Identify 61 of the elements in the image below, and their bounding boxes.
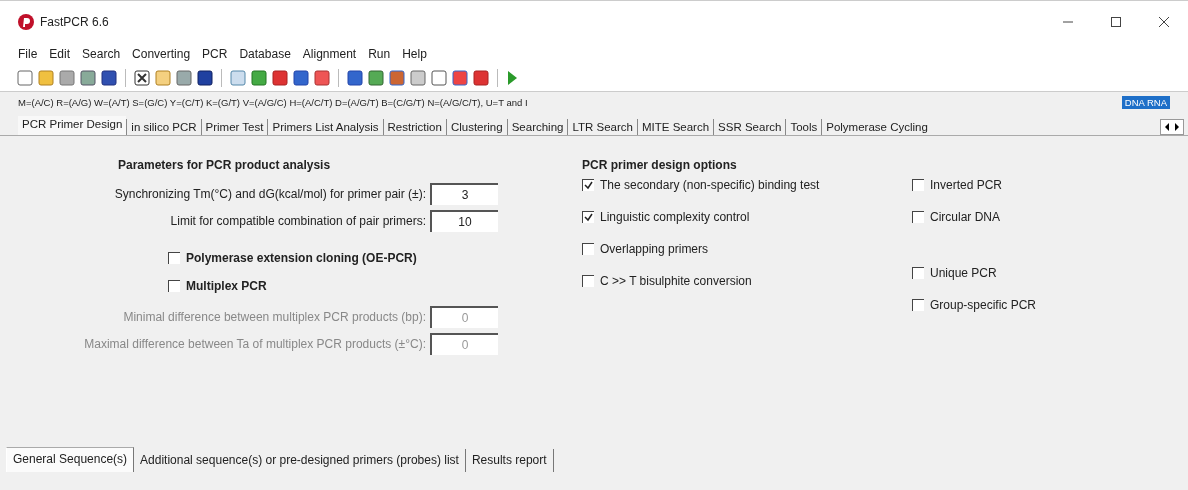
tab[interactable]: LTR Search: [567, 119, 637, 135]
number-field[interactable]: 3: [430, 183, 498, 205]
tab[interactable]: Results report: [465, 449, 554, 472]
tab[interactable]: Polymerase Cycling: [821, 119, 932, 135]
tab-scroll-buttons[interactable]: [1160, 119, 1184, 135]
number-field[interactable]: 10: [430, 210, 498, 232]
tab[interactable]: MITE Search: [637, 119, 714, 135]
checkbox-label: Linguistic complexity control: [600, 210, 750, 224]
checkbox-label: Inverted PCR: [930, 178, 1003, 192]
app-logo-icon: [18, 14, 34, 30]
dna-rna-toggle[interactable]: DNA RNA: [1121, 95, 1170, 109]
checkbox[interactable]: [168, 280, 180, 292]
menu-item[interactable]: PCR: [202, 47, 228, 61]
checkbox[interactable]: [582, 179, 594, 191]
tab[interactable]: Primer Test: [200, 119, 268, 135]
play-icon[interactable]: [505, 69, 519, 87]
menu-item[interactable]: Run: [368, 47, 391, 61]
checkbox-label: Multiplex PCR: [186, 279, 267, 293]
checkbox[interactable]: [168, 252, 180, 264]
tab[interactable]: Restriction: [382, 119, 446, 135]
tab[interactable]: Primers List Analysis: [267, 119, 383, 135]
menu-item[interactable]: Edit: [49, 47, 71, 61]
cut-icon[interactable]: [133, 69, 151, 87]
menu-item[interactable]: Help: [402, 47, 427, 61]
checkbox[interactable]: [912, 211, 924, 223]
tab[interactable]: SSR Search: [713, 119, 786, 135]
checkbox[interactable]: [912, 267, 924, 279]
tab[interactable]: Searching: [506, 119, 568, 135]
menu-item[interactable]: File: [18, 47, 38, 61]
checkbox-label: The secondary (non-specific) binding test: [600, 178, 820, 192]
tab[interactable]: Clustering: [445, 119, 507, 135]
field-label: Maximal difference between Ta of multiplex PCR products (±°C):: [84, 337, 426, 351]
checkbox-label: Group-specific PCR: [930, 298, 1037, 312]
checkbox[interactable]: [912, 179, 924, 191]
checkbox-label: C >> T bisulphite conversion: [600, 274, 752, 288]
tab[interactable]: PCR Primer Design: [18, 116, 127, 135]
field-label: Synchronizing Tm(°C) and dG(kcal/mol) for primer pair (±):: [114, 187, 426, 201]
tab[interactable]: Additional sequence(s) or pre-designed primers (probes) list: [134, 449, 466, 472]
checkbox-label: Overlapping primers: [600, 242, 709, 256]
menu-item[interactable]: Database: [239, 47, 291, 61]
maximize-icon[interactable]: [1110, 16, 1122, 28]
section-heading: Parameters for PCR product analysis: [117, 158, 332, 172]
checkbox-label: Circular DNA: [930, 210, 1000, 224]
tab[interactable]: in silico PCR: [126, 119, 201, 135]
close-icon[interactable]: [1158, 16, 1170, 28]
window-title: FastPCR 6.6: [40, 15, 109, 29]
tab[interactable]: Tools: [785, 119, 822, 135]
ambiguity-code-legend: M=(A/C) R=(A/G) W=(A/T) S=(G/C) Y=(C/T) K=(G/T) V=(A/G/C) H=(A/C/T) D=(A/G/T) B=(C/G/T) N=(A/G/C/T), U=T and I: [18, 96, 528, 108]
checkbox[interactable]: [912, 299, 924, 311]
field-label: Minimal difference between multiplex PCR products (bp):: [123, 310, 426, 324]
checkbox[interactable]: [582, 243, 594, 255]
menu-item[interactable]: Search: [82, 47, 121, 61]
section-heading: PCR primer design options: [582, 158, 738, 172]
menu-item[interactable]: Alignment: [302, 47, 357, 61]
checkbox[interactable]: [582, 211, 594, 223]
checkbox-label: Polymerase extension cloning (OE-PCR): [186, 251, 417, 265]
tab[interactable]: General Sequence(s): [6, 447, 135, 472]
field-label: Limit for compatible combination of pair primers:: [170, 214, 426, 228]
checkbox[interactable]: [582, 275, 594, 287]
checkbox-label: Unique PCR: [930, 266, 997, 280]
menu-item[interactable]: Converting: [132, 47, 191, 61]
